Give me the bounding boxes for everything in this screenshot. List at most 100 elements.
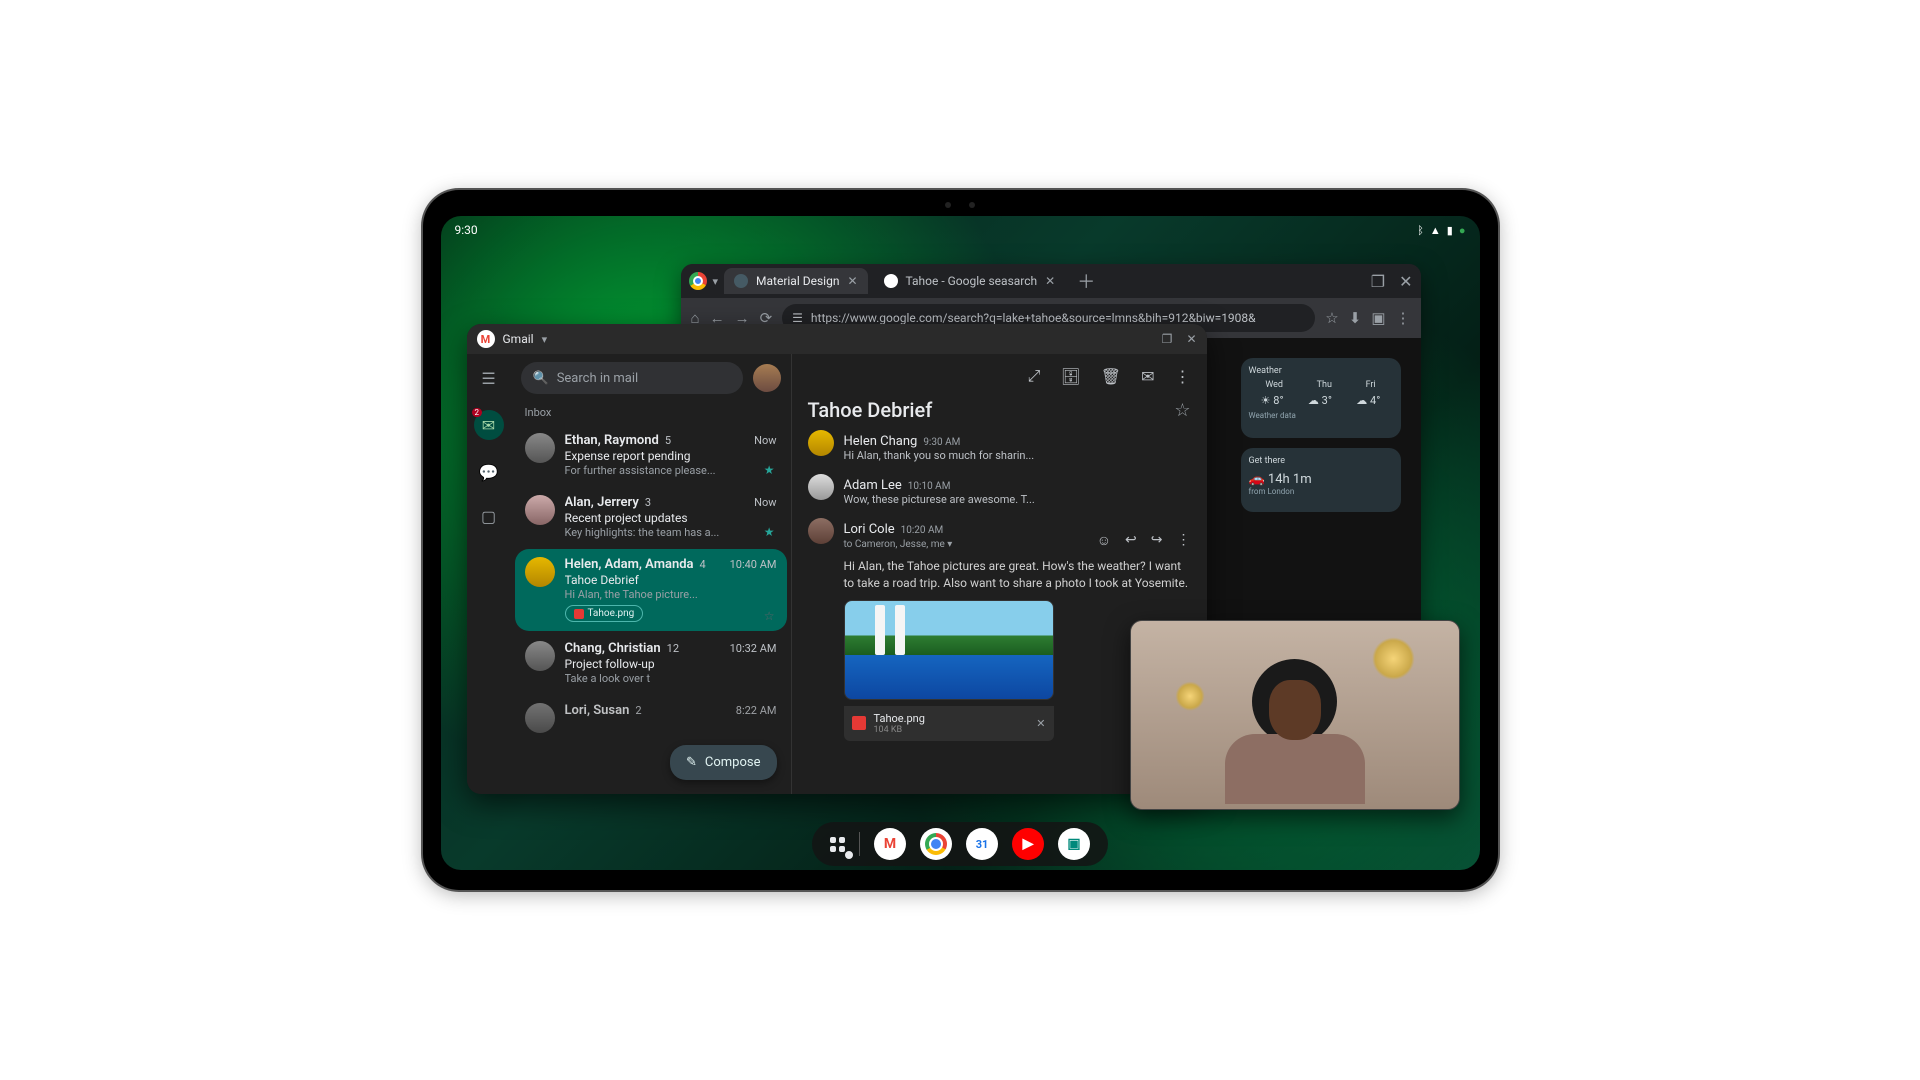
directions-card[interactable]: Get there 🚗 14h 1m from London xyxy=(1241,448,1401,512)
app-drawer-icon[interactable] xyxy=(830,837,845,852)
mail-time: 10:40 AM xyxy=(730,558,777,571)
mail-subject: Recent project updates xyxy=(565,511,777,525)
sender-avatar xyxy=(525,433,555,463)
bookmark-icon[interactable]: ☆ xyxy=(1325,309,1338,327)
mail-count: 3 xyxy=(645,496,651,509)
gmail-nav-rail: ☰ ✉2 💬 ▢ xyxy=(467,354,511,794)
tab-favicon-icon xyxy=(734,274,748,288)
image-file-icon xyxy=(852,716,866,730)
pencil-icon: ✎ xyxy=(686,755,697,770)
message-recipients: to Cameron, Jesse, me xyxy=(844,539,945,550)
taskbar-app-youtube[interactable]: ▶ xyxy=(1012,828,1044,860)
delete-icon[interactable]: 🗑 xyxy=(1101,367,1121,386)
email-photo-attachment[interactable] xyxy=(844,600,1054,700)
weather-card[interactable]: Weather Wed Thu Fri ☀ 8° ☁ 3° ☁ 4° Weath… xyxy=(1241,358,1401,438)
mark-unread-icon[interactable]: ✉ xyxy=(1141,367,1154,386)
tab-material-design[interactable]: Material Design ✕ xyxy=(724,268,867,294)
chevron-down-icon[interactable]: ▾ xyxy=(713,275,719,288)
forward-icon[interactable]: ↪ xyxy=(1151,532,1163,549)
mail-subject: Expense report pending xyxy=(565,449,777,463)
reader-icon[interactable]: ▣ xyxy=(1371,309,1385,327)
thread-message[interactable]: Helen Chang9:30 AM Hi Alan, thank you so… xyxy=(808,430,1191,462)
expand-icon[interactable]: ⤢ xyxy=(1028,366,1041,386)
overflow-menu-icon[interactable]: ⋮ xyxy=(1177,532,1191,549)
weather-day: Thu xyxy=(1317,380,1332,390)
taskbar-app-calendar[interactable]: 31 xyxy=(966,828,998,860)
menu-icon[interactable]: ☰ xyxy=(477,366,501,390)
chevron-down-icon[interactable]: ▾ xyxy=(542,333,548,346)
attachment-name: Tahoe.png xyxy=(588,608,635,619)
gmail-titlebar[interactable]: M Gmail ▾ ❐ ✕ xyxy=(467,324,1207,354)
mail-item[interactable]: Ethan, Raymond5Now Expense report pendin… xyxy=(515,425,787,485)
overflow-menu-icon[interactable]: ⋮ xyxy=(1175,367,1191,386)
thread-title: Tahoe Debrief xyxy=(808,398,933,422)
mail-preview: Hi Alan, the Tahoe picture... xyxy=(565,588,777,601)
weather-day: Fri xyxy=(1366,380,1376,390)
window-close-icon[interactable]: ✕ xyxy=(1186,332,1196,346)
battery-icon: ▮ xyxy=(1447,224,1453,237)
weather-temp: 8° xyxy=(1273,394,1283,407)
status-time: 9:30 xyxy=(455,223,478,237)
mail-badge: 2 xyxy=(472,408,483,417)
thread-message[interactable]: Adam Lee10:10 AM Wow, these picturese ar… xyxy=(808,474,1191,506)
message-body: Hi Alan, the Tahoe pictures are great. H… xyxy=(844,558,1191,592)
reply-icon[interactable]: ↩ xyxy=(1125,532,1137,549)
star-icon[interactable]: ★ xyxy=(764,463,775,477)
tab-close-icon[interactable]: ✕ xyxy=(847,274,857,288)
compose-label: Compose xyxy=(705,755,761,770)
attachment-chip[interactable]: Tahoe.png xyxy=(565,605,644,622)
tablet-screen: 9:30 ᛒ ▲ ▮ ● ▾ Material Design ✕ Ta xyxy=(441,216,1480,870)
tablet-frame: 9:30 ᛒ ▲ ▮ ● ▾ Material Design ✕ Ta xyxy=(423,190,1498,890)
mail-time: 8:22 AM xyxy=(736,704,777,717)
chrome-menu-icon[interactable] xyxy=(689,272,707,290)
overflow-menu-icon[interactable]: ⋮ xyxy=(1396,309,1411,327)
sender-avatar xyxy=(808,474,834,500)
gmail-window[interactable]: M Gmail ▾ ❐ ✕ ☰ ✉2 💬 ▢ 🔍 xyxy=(467,324,1207,794)
chevron-down-icon[interactable]: ▾ xyxy=(947,539,952,550)
new-tab-button[interactable]: ＋ xyxy=(1071,268,1101,294)
site-info-icon[interactable]: ☰ xyxy=(792,311,803,325)
star-icon[interactable]: ☆ xyxy=(1174,400,1190,421)
emoji-react-icon[interactable]: ☺ xyxy=(1097,532,1111,549)
archive-icon[interactable]: 🗄 xyxy=(1060,367,1080,386)
taskbar-app-meet[interactable]: ▣ xyxy=(1058,828,1090,860)
window-restore-icon[interactable]: ❐ xyxy=(1162,332,1173,346)
close-icon[interactable]: ✕ xyxy=(1036,717,1045,730)
mail-preview: For further assistance please... xyxy=(565,464,777,477)
video-call-pip[interactable] xyxy=(1130,620,1460,810)
tab-label: Material Design xyxy=(756,274,839,288)
attachment-bar[interactable]: Tahoe.png 104 KB ✕ xyxy=(844,706,1054,741)
mail-item[interactable]: Alan, Jerrery3Now Recent project updates… xyxy=(515,487,787,547)
mail-item-selected[interactable]: Helen, Adam, Amanda410:40 AM Tahoe Debri… xyxy=(515,549,787,631)
mail-item[interactable]: Lori, Susan28:22 AM xyxy=(515,695,787,741)
taskbar-app-chrome[interactable] xyxy=(920,828,952,860)
account-avatar[interactable] xyxy=(753,364,781,392)
mail-subject: Project follow-up xyxy=(565,657,777,671)
window-close-icon[interactable]: ✕ xyxy=(1399,272,1412,291)
star-icon[interactable]: ☆ xyxy=(764,609,775,623)
status-bar: 9:30 ᛒ ▲ ▮ ● xyxy=(441,216,1480,244)
gmail-logo-icon: M xyxy=(477,330,495,348)
mail-item[interactable]: Chang, Christian1210:32 AM Project follo… xyxy=(515,633,787,693)
window-restore-icon[interactable]: ❐ xyxy=(1371,272,1385,291)
video-participant xyxy=(1215,659,1375,809)
compose-button[interactable]: ✎ Compose xyxy=(670,745,777,780)
star-icon[interactable]: ★ xyxy=(764,525,775,539)
mail-subject: Tahoe Debrief xyxy=(565,573,777,587)
sender-avatar xyxy=(525,557,555,587)
message-preview: Wow, these picturese are awesome. T... xyxy=(844,493,1191,506)
download-icon[interactable]: ⬇ xyxy=(1349,309,1362,327)
tab-tahoe-search[interactable]: Tahoe - Google seasarch ✕ xyxy=(874,268,1066,294)
message-sender: Helen Chang xyxy=(844,434,918,449)
tab-close-icon[interactable]: ✕ xyxy=(1045,274,1055,288)
gmail-app-name: Gmail xyxy=(503,332,534,346)
mail-nav-icon[interactable]: ✉2 xyxy=(474,410,504,440)
mail-preview: Take a look over t xyxy=(565,672,777,685)
directions-label: Get there xyxy=(1249,456,1393,466)
chat-nav-icon[interactable]: 💬 xyxy=(477,460,501,484)
tab-label: Tahoe - Google seasarch xyxy=(906,274,1038,288)
taskbar-app-gmail[interactable]: M xyxy=(874,828,906,860)
gmail-mail-list: 🔍 Search in mail Inbox Ethan, Raymond5No… xyxy=(511,354,791,794)
meet-nav-icon[interactable]: ▢ xyxy=(477,504,501,528)
search-input[interactable]: 🔍 Search in mail xyxy=(521,362,743,394)
